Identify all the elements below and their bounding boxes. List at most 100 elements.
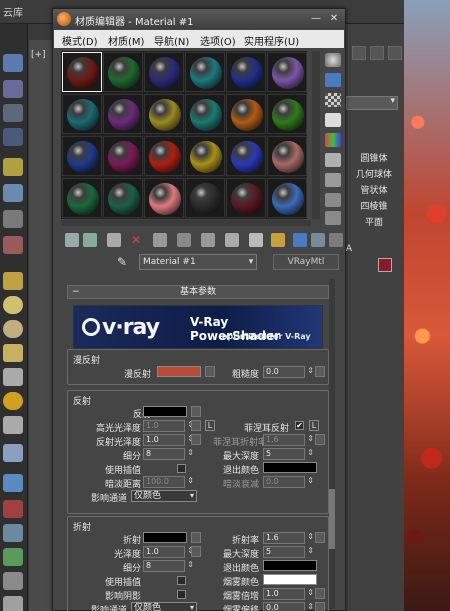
hilight-lock-button[interactable]: L: [205, 420, 215, 431]
misc-icon[interactable]: [3, 596, 23, 611]
material-slot[interactable]: [144, 94, 184, 134]
show-end-result-icon[interactable]: [271, 233, 285, 247]
fresnel-ior-map-button[interactable]: [315, 434, 325, 445]
particle-icon[interactable]: [3, 444, 23, 462]
material-slot[interactable]: [226, 52, 266, 92]
options-icon[interactable]: [325, 173, 341, 187]
material-slot[interactable]: [103, 52, 143, 92]
material-slot[interactable]: [185, 52, 225, 92]
menu-material[interactable]: 材质(M): [108, 33, 144, 48]
torus-icon[interactable]: [3, 344, 23, 362]
create-tab-icon[interactable]: [352, 46, 366, 60]
light-icon[interactable]: [3, 158, 23, 176]
material-slot[interactable]: [62, 136, 102, 176]
material-id-icon[interactable]: [225, 233, 239, 247]
reset-map-icon[interactable]: ✕: [131, 233, 145, 247]
slots-horizontal-scrollbar[interactable]: [61, 220, 311, 226]
object-type-dropdown[interactable]: [346, 96, 398, 110]
viewport-label[interactable]: [+]: [31, 50, 46, 60]
menu-options[interactable]: 选项(O): [200, 33, 236, 48]
refr-subdivs-spinner[interactable]: 8: [143, 560, 194, 572]
cylinder-icon[interactable]: [3, 320, 23, 338]
material-slot[interactable]: [62, 52, 102, 92]
affect-shadows-checkbox[interactable]: [177, 590, 186, 599]
sample-uv-tiling-icon[interactable]: [325, 113, 341, 127]
material-slot[interactable]: [226, 178, 266, 218]
material-name-field[interactable]: Material #1: [139, 254, 257, 270]
refr-exit-color-swatch[interactable]: [263, 560, 317, 571]
layer-icon[interactable]: [3, 104, 23, 122]
fog-color-swatch[interactable]: [263, 574, 317, 585]
cmd-item[interactable]: 四棱锥: [346, 200, 402, 214]
material-slot[interactable]: [185, 136, 225, 176]
cmd-item[interactable]: 几何球体: [346, 168, 402, 182]
material-slot[interactable]: [267, 136, 307, 176]
video-color-check-icon[interactable]: [325, 133, 341, 147]
dynamics-icon[interactable]: [3, 474, 23, 492]
window-minimize-icon[interactable]: —: [309, 12, 323, 26]
refl-exit-color-swatch[interactable]: [263, 462, 317, 473]
material-slot[interactable]: [185, 178, 225, 218]
cmd-item[interactable]: 圆锥体: [346, 152, 402, 166]
roughness-spinner[interactable]: 0.0: [263, 366, 314, 378]
ior-map-button[interactable]: [315, 532, 325, 543]
window-titlebar[interactable]: 材质编辑器 - Material #1 — ✕: [53, 9, 345, 29]
fog-bias-spinner[interactable]: 0.0: [263, 602, 314, 611]
spacewarp-icon[interactable]: [3, 236, 23, 254]
diffuse-map-button[interactable]: [205, 366, 215, 377]
bone-icon[interactable]: [3, 500, 23, 518]
material-slot[interactable]: [144, 136, 184, 176]
make-unique-icon[interactable]: [177, 233, 191, 247]
assign-material-icon[interactable]: [107, 233, 121, 247]
sun-icon[interactable]: [3, 392, 23, 410]
menu-mode[interactable]: 模式(D): [62, 33, 98, 48]
cone-icon[interactable]: [3, 368, 23, 386]
material-slot[interactable]: [144, 178, 184, 218]
dim-distance-spinner[interactable]: 100.0: [143, 476, 194, 488]
material-map-navigator-icon[interactable]: [325, 211, 341, 225]
go-to-parent-icon[interactable]: [293, 233, 307, 247]
grid-icon[interactable]: [3, 128, 23, 146]
helper-icon[interactable]: [3, 210, 23, 228]
refl-use-interp-checkbox[interactable]: [177, 464, 186, 473]
put-to-scene-icon[interactable]: [83, 233, 97, 247]
refl-gloss-spinner[interactable]: 1.0: [143, 434, 194, 446]
reflect-map-button[interactable]: [191, 406, 201, 417]
refract-map-button[interactable]: [191, 532, 201, 543]
rollout-scrollbar[interactable]: [329, 279, 335, 609]
material-slot[interactable]: [267, 52, 307, 92]
ior-spinner[interactable]: 1.6: [263, 532, 314, 544]
hierarchy-tab-icon[interactable]: [388, 46, 402, 60]
fresnel-lock-button[interactable]: L: [309, 420, 319, 431]
cmd-item[interactable]: 平面: [346, 216, 402, 230]
material-navigator-icon[interactable]: [329, 233, 343, 247]
material-slot[interactable]: [226, 94, 266, 134]
background-checker-icon[interactable]: [325, 93, 341, 107]
material-slot[interactable]: [185, 94, 225, 134]
move-icon[interactable]: [3, 80, 23, 98]
fog-mult-map-button[interactable]: [315, 588, 325, 599]
material-slot[interactable]: [103, 94, 143, 134]
hilight-gloss-map-button[interactable]: [191, 420, 201, 431]
fog-mult-spinner[interactable]: 1.0: [263, 588, 314, 600]
refract-color-swatch[interactable]: [143, 532, 187, 543]
diffuse-color-swatch[interactable]: [157, 366, 201, 377]
camera-icon[interactable]: [3, 184, 23, 202]
material-slot[interactable]: [144, 52, 184, 92]
fog-bias-map-button[interactable]: [315, 602, 325, 611]
refr-gloss-map-button[interactable]: [191, 546, 201, 557]
material-slot[interactable]: [62, 94, 102, 134]
material-slot[interactable]: [267, 94, 307, 134]
material-slot[interactable]: [267, 178, 307, 218]
menu-navigation[interactable]: 导航(N): [154, 33, 189, 48]
refl-max-depth-spinner[interactable]: 5: [263, 448, 314, 460]
material-slot[interactable]: [62, 178, 102, 218]
backlight-icon[interactable]: [325, 73, 341, 87]
box-icon[interactable]: [3, 272, 23, 290]
roughness-map-button[interactable]: [315, 366, 325, 377]
slots-vertical-scrollbar[interactable]: [312, 51, 320, 219]
object-color-swatch[interactable]: [378, 258, 392, 272]
plane-icon[interactable]: [3, 416, 23, 434]
scrollbar-thumb[interactable]: [329, 489, 335, 549]
refr-max-depth-spinner[interactable]: 5: [263, 546, 314, 558]
